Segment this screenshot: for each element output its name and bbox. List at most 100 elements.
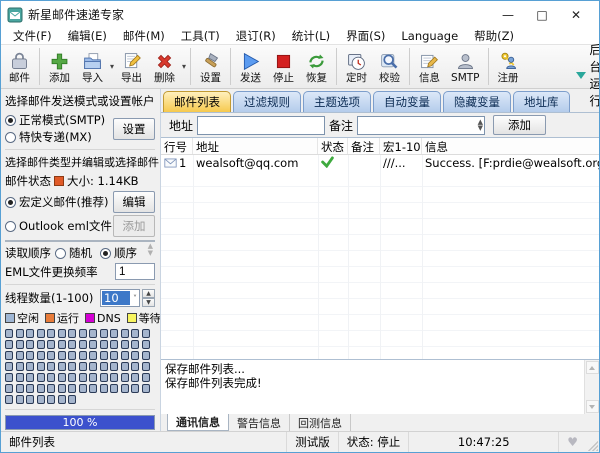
radio-random[interactable] [55,247,66,259]
thread-cell [57,373,66,382]
delete-button[interactable]: 删除 [148,46,181,87]
mail-status-row: 邮件状态 大小: 1.14KB [5,174,139,188]
toolbar: 邮件 添加 导入 ▾ 导出 删除 ▾ 设置 发送 停止 恢复 定时 校验 信息 … [1,45,599,89]
export-button[interactable]: 导出 [115,46,148,87]
toolbar-separator [230,48,232,85]
menu-tools[interactable]: 工具(T) [173,28,228,44]
thread-cell [141,329,150,338]
thread-cell [120,362,129,371]
col-row-no[interactable]: 行号 [161,138,193,154]
stop-button[interactable]: 停止 [267,46,300,87]
menu-language[interactable]: Language [393,29,466,43]
add-address-button[interactable]: 添加 [493,115,547,135]
tab-bar: 邮件列表 过滤规则 主题选项 自动变量 隐藏变量 地址库 后台运行 [161,43,599,112]
resume-button[interactable]: 恢复 [300,46,333,87]
thread-count-stepper[interactable]: ▲ ▼ [142,289,155,307]
row-info: Success. [F:prdie@wealsoft.org... [425,156,599,170]
address-input[interactable] [197,115,326,135]
divider [5,409,155,410]
maximize-button[interactable]: □ [525,4,559,26]
mail-button[interactable]: 邮件 [3,46,36,87]
tab-feedback-info[interactable]: 回测信息 [290,414,351,431]
note-spinner-icon[interactable]: ▲ ▼ [478,118,483,131]
resize-grip[interactable] [586,439,598,451]
note-label: 备注 [329,118,354,133]
table-row[interactable]: 1 wealsoft@qq.com ///... Success. [F:prd… [161,155,599,171]
thread-cell [5,351,13,360]
add-button[interactable]: 添加 [43,46,76,87]
thread-cell [99,373,108,382]
log-scrollbar[interactable] [584,360,599,414]
scroll-up-icon[interactable] [585,361,599,374]
menu-help[interactable]: 帮助(Z) [466,28,522,44]
mail-icon [12,52,27,69]
thread-cell [5,362,13,371]
delete-dropdown-icon[interactable]: ▾ [181,46,187,87]
radio-macro-mail[interactable]: 宏定义邮件(推荐) 编辑 [5,191,155,213]
radio-outlook-eml[interactable]: Outlook eml文件 添加 [5,215,155,237]
thread-cell [36,351,45,360]
menu-bar: 文件(F) 编辑(E) 邮件(M) 工具(T) 退订(R) 统计(L) 界面(S… [1,28,599,45]
verify-button[interactable]: 校验 [373,46,406,87]
info-button[interactable]: 信息 [413,46,446,87]
thread-cell [120,340,129,349]
settings-account-button[interactable]: 设置 [113,117,155,140]
thread-count-select[interactable]: 10 ˅ [100,289,140,307]
scroll-down-icon[interactable] [585,400,599,413]
listbox-spinner-icon: ▲ ▼ [147,242,153,257]
thread-cell [110,384,118,393]
col-info[interactable]: 信息 [422,138,599,154]
col-address[interactable]: 地址 [193,138,318,154]
col-status[interactable]: 状态 [318,138,348,154]
radio-normal-mode[interactable]: 正常模式(SMTP) [5,112,113,128]
settings-button[interactable]: 设置 [194,46,227,87]
thread-cell [36,373,45,382]
radio-express-mode[interactable]: 特快专递(MX) [5,129,113,145]
thread-cell [141,373,150,382]
thread-cell [141,351,150,360]
import-button[interactable]: 导入 [76,46,109,87]
menu-ui[interactable]: 界面(S) [338,28,393,44]
menu-file[interactable]: 文件(F) [5,28,60,44]
tab-warning-info[interactable]: 警告信息 [229,414,290,431]
register-button[interactable]: 注册 [492,46,525,87]
tab-mail-list[interactable]: 邮件列表 [163,91,231,112]
tab-subject-options[interactable]: 主题选项 [303,91,371,112]
smtp-button[interactable]: SMTP [446,46,484,87]
thread-cell [99,384,108,393]
tab-auto-variables[interactable]: 自动变量 [373,91,441,112]
tab-hidden-variables[interactable]: 隐藏变量 [443,91,511,112]
timer-button[interactable]: 定时 [340,46,373,87]
resume-icon [309,54,324,68]
menu-edit[interactable]: 编辑(E) [60,28,115,44]
dns-color-chip [85,313,95,323]
thread-cell [15,362,24,371]
eml-file-listbox[interactable]: ▲ ▼ [5,240,155,257]
radio-sequential[interactable] [100,247,111,259]
tab-comm-info[interactable]: 通讯信息 [167,414,229,431]
col-note[interactable]: 备注 [348,138,380,154]
address-label: 地址 [169,118,194,133]
log-line: 保存邮件列表完成! [165,376,262,390]
close-button[interactable]: ✕ [559,4,593,26]
thread-cell [68,395,76,404]
row-number: 1 [179,156,187,170]
note-input[interactable] [357,115,486,135]
tab-filter-rules[interactable]: 过滤规则 [233,91,301,112]
menu-stats[interactable]: 统计(L) [284,28,338,44]
thread-cell [26,351,34,360]
thread-cell [110,351,118,360]
eml-frequency-input[interactable] [115,263,155,280]
verify-icon [381,53,398,69]
edit-mail-button[interactable]: 编辑 [113,191,155,213]
send-button[interactable]: 发送 [234,46,267,87]
export-icon [124,52,141,68]
menu-mail[interactable]: 邮件(M) [115,28,173,44]
menu-unsubscribe[interactable]: 退订(R) [228,28,284,44]
thread-cell [120,351,129,360]
tab-address-library[interactable]: 地址库 [513,91,570,112]
radio-icon [5,114,16,126]
background-run-button[interactable]: 后台运行 [572,41,599,112]
col-macro[interactable]: 宏1-10 [380,138,422,154]
minimize-button[interactable]: — [491,4,525,26]
